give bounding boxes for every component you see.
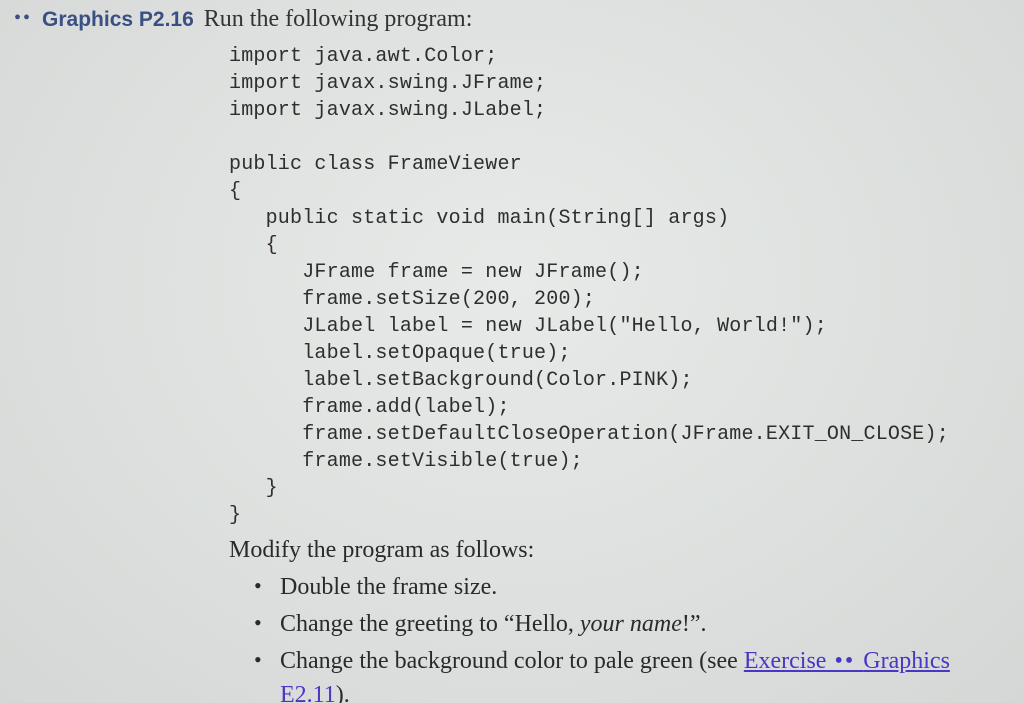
mod-text: Double the frame size. xyxy=(280,574,497,600)
link-text: Exercise xyxy=(744,648,827,674)
mod-text: ). xyxy=(336,682,350,703)
difficulty-dots-icon: •• xyxy=(14,7,32,30)
code-listing: import java.awt.Color; import javax.swin… xyxy=(229,43,994,529)
exercise-prompt: Run the following program: xyxy=(204,6,473,33)
modify-prompt: Modify the program as follows: xyxy=(229,537,994,564)
list-item: Double the frame size. xyxy=(254,570,994,605)
exercise-page: •• Graphics P2.16 Run the following prog… xyxy=(0,0,1024,703)
mod-text: Change the background color to pale gree… xyxy=(280,648,744,674)
modification-list: Double the frame size. Change the greeti… xyxy=(254,570,994,703)
link-dots-icon: •• xyxy=(826,648,863,674)
mod-text: Change the greeting to “Hello, xyxy=(280,611,580,637)
exercise-label: Graphics P2.16 xyxy=(42,8,194,32)
list-item: Change the greeting to “Hello, your name… xyxy=(254,607,994,642)
list-item: Change the background color to pale gree… xyxy=(254,644,994,703)
mod-text: !”. xyxy=(682,611,707,637)
italic-text: your name xyxy=(580,611,682,637)
heading-row: •• Graphics P2.16 Run the following prog… xyxy=(14,6,994,33)
